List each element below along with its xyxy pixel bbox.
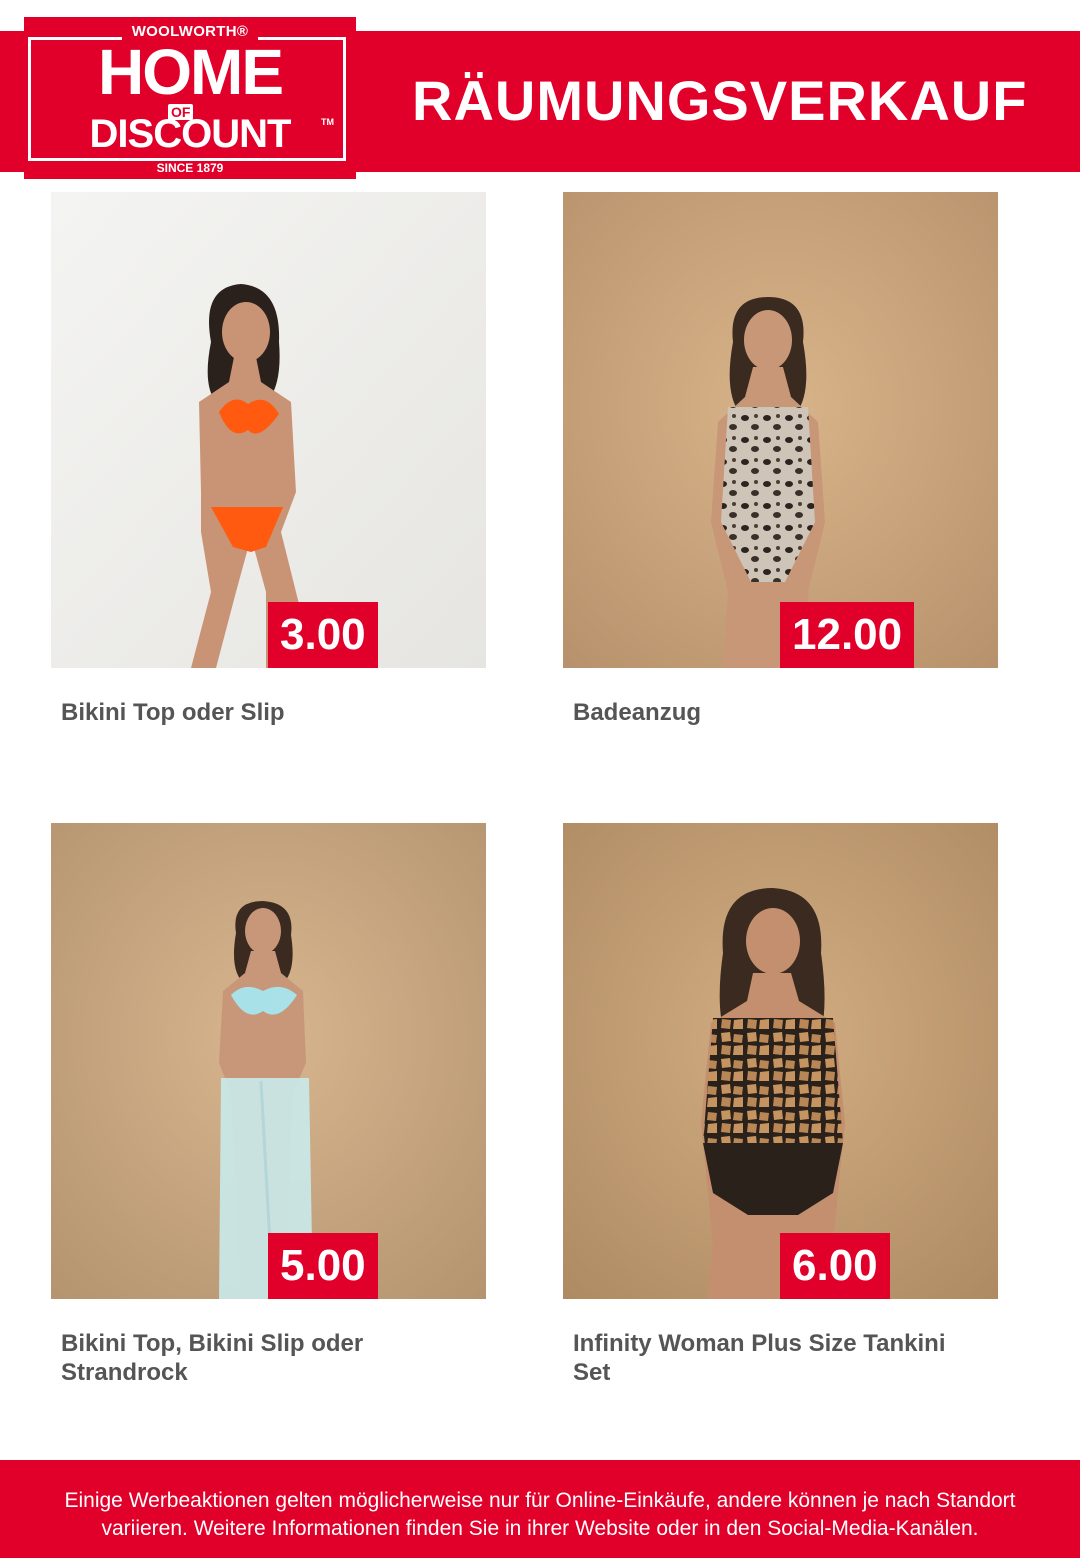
product-card[interactable]: 12.00 Badeanzug [563,192,998,726]
logo-since-text: SINCE 1879 [146,161,234,175]
product-title[interactable]: Bikini Top oder Slip [61,698,441,727]
logo-trademark: TM [321,117,334,127]
home-of-discount-logo[interactable]: WOOLWORTH® HOME OF DISCOUNT TM SINCE 187… [24,17,356,179]
footer-banner: Einige Werbeaktionen gelten möglicherwei… [0,1460,1080,1558]
product-title[interactable]: Infinity Woman Plus Size Tankini Set [573,1329,953,1387]
woman-mint-bikini-sarong-photo [51,823,486,1299]
woman-leopard-swimsuit-photo [563,192,998,668]
product-image[interactable]: 5.00 [51,823,486,1299]
logo-home-text: HOME [98,36,284,108]
page-title: RÄUMUNGSVERKAUF [412,69,1028,132]
product-image[interactable]: 6.00 [563,823,998,1299]
product-title[interactable]: Bikini Top, Bikini Slip oder Strandrock [61,1329,441,1387]
price-badge: 12.00 [780,602,915,668]
product-card[interactable]: 5.00 Bikini Top, Bikini Slip oder Strand… [51,823,486,1386]
logo-discount-text: DISCOUNT [89,112,292,156]
woman-giraffe-tankini-photo [563,823,998,1299]
woman-orange-bikini-photo [51,192,486,668]
product-card[interactable]: 6.00 Infinity Woman Plus Size Tankini Se… [563,823,998,1386]
product-card[interactable]: 3.00 Bikini Top oder Slip [51,192,486,726]
product-title[interactable]: Badeanzug [573,698,953,727]
footer-disclaimer: Einige Werbeaktionen gelten möglicherwei… [64,1489,1016,1540]
product-image[interactable]: 12.00 [563,192,998,668]
price-badge: 6.00 [780,1233,890,1299]
product-image[interactable]: 3.00 [51,192,486,668]
price-badge: 3.00 [268,602,378,668]
price-badge: 5.00 [268,1233,378,1299]
